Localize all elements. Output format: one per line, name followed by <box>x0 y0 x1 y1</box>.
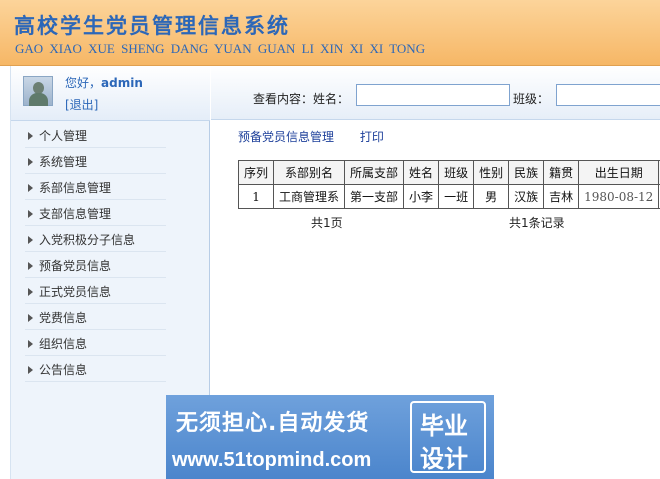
col-gender: 性别 <box>473 160 510 185</box>
cell-birthdate: 1980-08-12 <box>578 184 660 209</box>
sidebar-item-department[interactable]: 系部信息管理 <box>11 176 210 202</box>
sidebar-item-full-member[interactable]: 正式党员信息 <box>11 280 210 306</box>
watermark-badge: 毕业 设计 <box>410 401 486 473</box>
action-links: 预备党员信息管理 打印 <box>238 128 384 145</box>
arrow-right-icon <box>28 184 33 192</box>
app-title-pinyin: GAO XIAO XUE SHENG DANG YUAN GUAN LI XIN… <box>15 41 426 56</box>
cell-index: 1 <box>237 184 275 209</box>
table-row[interactable]: 1 工商管理系 第一支部 小李 一班 男 汉族 吉林 1980-08-12 2 <box>237 184 660 209</box>
sidebar-item-branch[interactable]: 支部信息管理 <box>11 202 210 228</box>
arrow-right-icon <box>28 366 33 374</box>
arrow-right-icon <box>28 236 33 244</box>
sidebar-item-label: 入党积极分子信息 <box>39 233 136 247</box>
sidebar-item-label: 正式党员信息 <box>39 285 112 299</box>
avatar-body <box>29 93 48 106</box>
sidebar-item-probationary[interactable]: 预备党员信息 <box>11 254 210 280</box>
app-title: 高校学生党员管理信息系统 <box>14 13 290 38</box>
search-bar: 查看内容：姓名： 班级： <box>211 66 660 120</box>
col-ethnicity: 民族 <box>508 160 545 185</box>
username: admin <box>101 76 143 90</box>
arrow-right-icon <box>28 262 33 270</box>
sidebar-item-activist[interactable]: 入党积极分子信息 <box>11 228 210 254</box>
arrow-right-icon <box>28 288 33 296</box>
col-index: 序列 <box>237 160 275 185</box>
arrow-right-icon <box>28 210 33 218</box>
cell-class: 一班 <box>438 184 475 209</box>
sidebar-item-announcement[interactable]: 公告信息 <box>11 358 210 384</box>
sidebar-item-system[interactable]: 系统管理 <box>11 150 210 176</box>
sidebar-item-label: 系统管理 <box>39 155 88 169</box>
sidebar-item-label: 预备党员信息 <box>39 259 112 273</box>
sidebar-item-label: 组织信息 <box>39 337 88 351</box>
watermark-slogan: 无须担心.自动发货 <box>176 411 370 436</box>
sidebar-item-label: 系部信息管理 <box>39 181 112 195</box>
sidebar-item-personal[interactable]: 个人管理 <box>11 124 210 150</box>
col-birthdate: 出生日期 <box>578 160 660 185</box>
greeting: 您好，admin <box>65 74 143 91</box>
watermark-banner: 无须担心.自动发货 www.51topmind.com 毕业 设计 <box>166 395 494 479</box>
greeting-text: 您好， <box>65 76 102 90</box>
table-header-row: 序列 系部别名 所属支部 姓名 班级 性别 民族 籍贯 出生日期 2 <box>237 160 660 185</box>
record-count: 共1条记录 <box>509 216 565 230</box>
avatar <box>23 76 53 106</box>
class-search-input[interactable] <box>556 84 660 106</box>
arrow-right-icon <box>28 314 33 322</box>
cell-gender: 男 <box>473 184 510 209</box>
col-origin: 籍贯 <box>543 160 580 185</box>
cell-ethnicity: 汉族 <box>508 184 545 209</box>
manage-link[interactable]: 预备党员信息管理 <box>238 130 334 144</box>
col-class: 班级 <box>438 160 475 185</box>
arrow-right-icon <box>28 340 33 348</box>
cell-origin: 吉林 <box>543 184 580 209</box>
sidebar-item-label: 公告信息 <box>39 363 88 377</box>
class-label: 班级： <box>513 92 550 106</box>
watermark-badge-line1: 毕业 <box>420 412 468 440</box>
col-department: 系部别名 <box>273 160 346 185</box>
cell-department: 工商管理系 <box>273 184 346 209</box>
sidebar-menu: 个人管理 系统管理 系部信息管理 支部信息管理 入党积极分子信息 预备党员信息 … <box>11 124 210 384</box>
members-table: 序列 系部别名 所属支部 姓名 班级 性别 民族 籍贯 出生日期 2 1 工商管… <box>237 160 660 209</box>
page-count: 共1页 <box>311 216 343 230</box>
print-link[interactable]: 打印 <box>360 130 384 144</box>
watermark-badge-line2: 设计 <box>420 445 468 473</box>
sidebar-item-label: 党费信息 <box>39 311 88 325</box>
sidebar-item-label: 个人管理 <box>39 129 88 143</box>
col-branch: 所属支部 <box>344 160 405 185</box>
arrow-right-icon <box>28 132 33 140</box>
cell-name: 小李 <box>403 184 440 209</box>
sidebar-item-label: 支部信息管理 <box>39 207 112 221</box>
search-label: 查看内容：姓名： <box>253 92 350 106</box>
sidebar-item-organization[interactable]: 组织信息 <box>11 332 210 358</box>
col-name: 姓名 <box>403 160 440 185</box>
watermark-url: www.51topmind.com <box>172 449 372 471</box>
user-panel: 您好，admin [退出] <box>11 66 210 121</box>
logout-link[interactable]: [退出] <box>65 96 98 113</box>
arrow-right-icon <box>28 158 33 166</box>
cell-branch: 第一支部 <box>344 184 405 209</box>
sidebar-item-dues[interactable]: 党费信息 <box>11 306 210 332</box>
name-search-input[interactable] <box>356 84 510 106</box>
app-header: 高校学生党员管理信息系统 GAO XIAO XUE SHENG DANG YUA… <box>0 0 660 66</box>
